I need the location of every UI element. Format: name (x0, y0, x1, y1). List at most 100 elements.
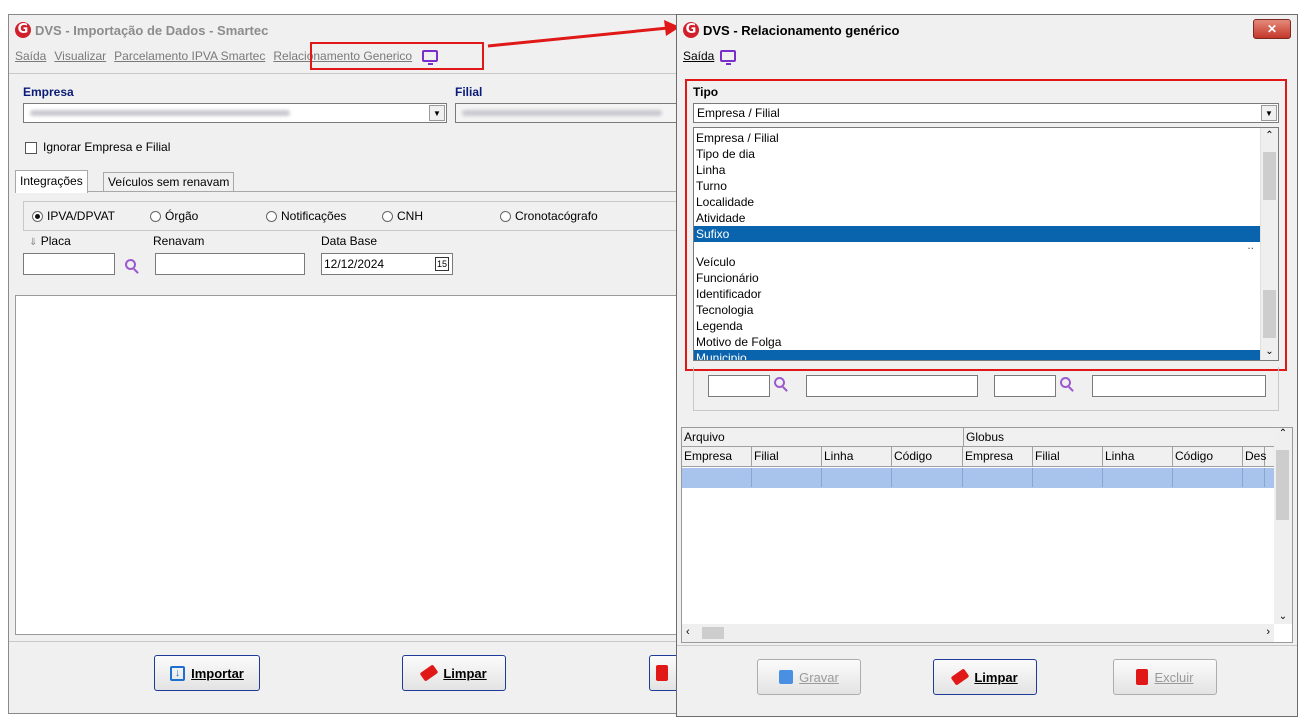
menu-saida[interactable]: Saída (15, 49, 46, 63)
radio-cronotacografo[interactable]: Cronotacógrafo (500, 209, 598, 223)
menu-visualizar[interactable]: Visualizar (54, 49, 106, 63)
grid-group-globus: Globus (966, 430, 1005, 444)
ignorar-checkbox[interactable] (25, 141, 37, 154)
tipo-dropdown-list[interactable]: Empresa / Filial Tipo de dia Linha Turno Loc… (693, 127, 1279, 361)
tab-veiculos-sem-renavam[interactable]: Veículos sem renavam (103, 172, 235, 192)
radio-orgao[interactable]: Órgão (150, 209, 198, 223)
radio-orgao-circle[interactable] (150, 211, 161, 223)
filter-code-1[interactable] (708, 375, 770, 397)
menu-saida[interactable]: Saída (683, 49, 714, 63)
scroll-up-icon[interactable]: ⌃ (1274, 428, 1292, 439)
table-row[interactable] (682, 468, 1274, 488)
grid-column-header[interactable]: Filial (752, 447, 822, 466)
list-item[interactable]: Turno (694, 178, 1260, 194)
renavam-label: Renavam (153, 234, 205, 248)
radio-cnh[interactable]: CNH (382, 209, 423, 223)
list-item[interactable]: Atividade (694, 210, 1260, 226)
grid-column-header[interactable]: Empresa (963, 447, 1033, 466)
list-item[interactable]: Legenda (694, 318, 1260, 334)
scroll-down-icon[interactable]: ⌄ (1274, 611, 1292, 622)
relacionamento-highlight-box (310, 42, 484, 70)
scroll-hthumb[interactable] (702, 627, 724, 639)
relationship-grid[interactable]: Arquivo Globus Empresa Filial Linha Código E… (681, 427, 1293, 643)
importar-button[interactable]: ↓ Importar (154, 655, 260, 691)
list-item[interactable]: Linha (694, 162, 1260, 178)
radio-cronotacografo-circle[interactable] (500, 211, 511, 223)
scroll-thumb[interactable] (1263, 152, 1276, 200)
table-cell[interactable] (682, 468, 752, 487)
scroll-left-icon[interactable]: ‹ (686, 626, 690, 638)
grid-column-header[interactable]: Linha (1103, 447, 1173, 466)
radio-notificacoes-circle[interactable] (266, 211, 277, 223)
renavam-input[interactable] (155, 253, 305, 275)
placa-input[interactable] (23, 253, 115, 275)
limpar-button[interactable]: Limpar (933, 659, 1037, 695)
blurred-value (30, 110, 290, 116)
list-item[interactable]: Funcionário (694, 270, 1260, 286)
list-item[interactable]: Veículo (694, 254, 1260, 270)
calendar-icon[interactable]: 15 (434, 257, 449, 271)
grid-column-header-row: Empresa Filial Linha Código Empresa Filial Lin… (682, 447, 1274, 467)
grid-column-header[interactable]: Des (1243, 447, 1266, 466)
list-item[interactable]: Tipo de dia (694, 146, 1260, 162)
scroll-down-icon[interactable]: ⌄ (1261, 344, 1278, 360)
search-icon (1060, 377, 1071, 388)
table-cell[interactable] (1243, 468, 1265, 487)
ignorar-label: Ignorar Empresa e Filial (43, 140, 171, 154)
list-scrollbar[interactable]: ⌃ ⌄ (1260, 128, 1278, 360)
tipo-select[interactable]: Empresa / Filial ▼ (693, 103, 1279, 123)
table-cell[interactable] (1033, 468, 1103, 487)
menu-parcelamento[interactable]: Parcelamento IPVA Smartec (114, 49, 265, 63)
radio-cnh-circle[interactable] (382, 211, 393, 223)
radio-notificacoes[interactable]: Notificações (266, 209, 346, 223)
limpar-button[interactable]: Limpar (402, 655, 506, 691)
grid-column-header[interactable]: Código (892, 447, 963, 466)
list-item[interactable]: Empresa / Filial (694, 130, 1260, 146)
close-button[interactable]: ✕ (1253, 19, 1291, 39)
radio-ipva[interactable]: IPVA/DPVAT (32, 209, 115, 223)
filter-search-2[interactable] (1060, 377, 1071, 391)
radio-ipva-circle[interactable] (32, 211, 43, 223)
gravar-button[interactable]: Gravar (757, 659, 861, 695)
scroll-thumb-2[interactable] (1263, 290, 1276, 338)
filter-desc-1[interactable] (806, 375, 978, 397)
filter-search-1[interactable] (774, 377, 785, 391)
grid-column-header[interactable]: Linha (822, 447, 892, 466)
dropdown-arrow-icon[interactable]: ▼ (1261, 105, 1277, 121)
table-cell[interactable] (822, 468, 892, 487)
grid-column-header[interactable]: Empresa (682, 447, 752, 466)
scroll-right-icon[interactable]: › (1266, 626, 1270, 638)
placa-search-button[interactable] (125, 259, 136, 273)
list-item[interactable]: Motivo de Folga (694, 334, 1260, 350)
tab-integracoes[interactable]: Integrações (15, 170, 88, 193)
grid-vscrollbar[interactable]: ⌃ ⌄ (1274, 428, 1292, 624)
list-item[interactable]: Identificador (694, 286, 1260, 302)
filter-desc-2[interactable] (1092, 375, 1266, 397)
generic-window: G DVS - Relacionamento genérico ✕ Saída … (676, 14, 1298, 717)
grid-column-header[interactable]: Código (1173, 447, 1243, 466)
list-item[interactable]: Localidade (694, 194, 1260, 210)
table-cell[interactable] (892, 468, 963, 487)
radio-notificacoes-label: Notificações (281, 209, 347, 223)
table-cell[interactable] (963, 468, 1033, 487)
table-cell[interactable] (1173, 468, 1243, 487)
filial-select[interactable] (455, 103, 695, 123)
import-icon: ↓ (170, 665, 186, 681)
scroll-thumb[interactable] (1276, 450, 1289, 520)
table-cell[interactable] (1103, 468, 1173, 487)
data-base-input[interactable]: 12/12/2024 15 (321, 253, 453, 275)
list-item[interactable]: Municipio (694, 350, 1260, 360)
table-cell[interactable] (752, 468, 822, 487)
list-item[interactable]: Tecnologia (694, 302, 1260, 318)
dropdown-arrow-icon[interactable]: ▼ (429, 105, 445, 121)
grid-hscrollbar[interactable]: ‹ › (682, 624, 1274, 642)
empresa-select[interactable]: ▼ (23, 103, 447, 123)
ignorar-checkbox-row[interactable]: Ignorar Empresa e Filial (25, 140, 170, 154)
list-group-bottom: Veículo Funcionário Identificador Tecnologi… (694, 254, 1260, 360)
scroll-up-icon[interactable]: ⌃ (1261, 128, 1278, 144)
monitor-icon[interactable] (720, 50, 737, 65)
grid-column-header[interactable]: Filial (1033, 447, 1103, 466)
list-item[interactable]: Sufixo (694, 226, 1260, 242)
filter-code-2[interactable] (994, 375, 1056, 397)
excluir-button[interactable]: Excluir (1113, 659, 1217, 695)
